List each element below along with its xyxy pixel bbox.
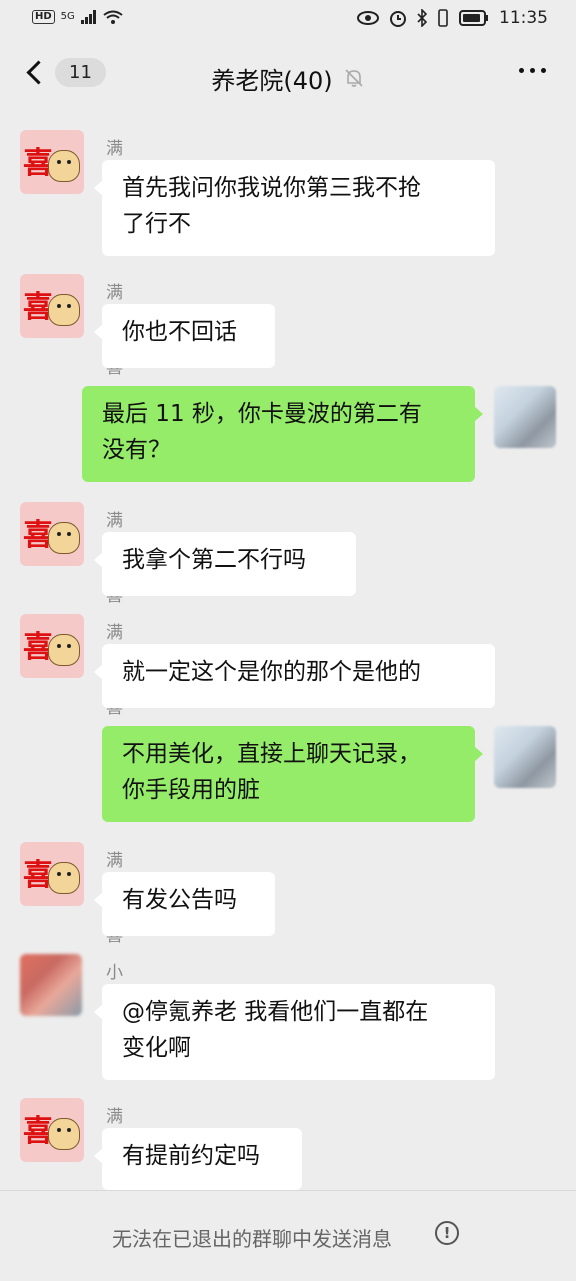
avatar[interactable]: 喜	[20, 842, 84, 906]
wifi-icon	[103, 10, 123, 24]
message-line: 最后 11 秒，你卡曼波的第二有	[102, 401, 422, 427]
message-bubble[interactable]: 不用美化，直接上聊天记录， 你手段用的脏	[102, 726, 483, 822]
message-bubble[interactable]: 首先我问你我说你第三我不抢 了行不	[94, 160, 495, 256]
hd-indicator: HD	[32, 10, 55, 24]
dot-icon	[519, 68, 524, 73]
message-bubble[interactable]: @停氪养老 我看他们一直都在 变化啊	[94, 984, 495, 1080]
muted-bell-icon	[345, 69, 363, 87]
dot-icon	[541, 68, 546, 73]
avatar[interactable]: 喜	[20, 130, 84, 194]
message-line: 你也不回话	[122, 319, 237, 345]
message-line: @停氪养老 我看他们一直都在	[122, 999, 429, 1025]
battery-icon	[459, 10, 488, 26]
message-line: 不用美化，直接上聊天记录，	[122, 741, 421, 767]
message-bubble[interactable]: 有提前约定吗	[94, 1128, 302, 1190]
back-button[interactable]: 11	[22, 58, 106, 87]
signal-bars-icon	[80, 10, 96, 24]
message-line: 变化啊	[122, 1035, 191, 1061]
message-bubble[interactable]: 最后 11 秒，你卡曼波的第二有 没有？	[82, 386, 483, 482]
bluetooth-icon	[417, 9, 427, 27]
message-bubble[interactable]: 你也不回话	[94, 304, 275, 368]
message-line: 你手段用的脏	[122, 777, 260, 803]
avatar[interactable]: 喜	[20, 502, 84, 566]
avatar[interactable]: 喜	[20, 614, 84, 678]
chat-header: 11 养老院(40)	[0, 44, 576, 112]
avatar[interactable]: 喜	[20, 274, 84, 338]
clock: 11:35	[499, 8, 548, 28]
cat-icon	[48, 150, 80, 182]
message-line: 有提前约定吗	[122, 1143, 260, 1169]
message-bubble[interactable]: 有发公告吗	[94, 872, 275, 936]
alarm-icon	[390, 11, 406, 27]
cat-icon	[48, 634, 80, 666]
message-line: 了行不	[122, 211, 191, 237]
message-line: 就一定这个是你的那个是他的	[122, 659, 421, 685]
cat-icon	[48, 862, 80, 894]
avatar[interactable]	[20, 954, 82, 1016]
message-bubble[interactable]: 就一定这个是你的那个是他的	[94, 644, 495, 708]
message-line: 有发公告吗	[122, 887, 237, 913]
cat-icon	[48, 294, 80, 326]
cat-icon	[48, 1118, 80, 1150]
info-icon[interactable]: !	[435, 1221, 459, 1245]
dot-icon	[530, 68, 535, 73]
chat-title: 养老院(40)	[211, 66, 333, 95]
message-line: 没有？	[102, 437, 171, 463]
chevron-left-icon	[26, 60, 51, 85]
eye-icon	[357, 11, 379, 25]
self-avatar[interactable]	[494, 726, 556, 788]
vibrate-icon	[438, 9, 448, 27]
message-line: 我拿个第二不行吗	[122, 547, 306, 573]
message-bubble[interactable]: 我拿个第二不行吗	[94, 532, 356, 596]
disabled-notice: 无法在已退出的群聊中发送消息	[112, 1227, 392, 1251]
avatar[interactable]: 喜	[20, 1098, 84, 1162]
unread-count-badge: 11	[55, 58, 106, 87]
self-avatar[interactable]	[494, 386, 556, 448]
status-bar: HD 5G 11:35	[0, 0, 576, 40]
cat-icon	[48, 522, 80, 554]
signal-indicator: 5G	[60, 11, 75, 22]
message-line: 首先我问你我说你第三我不抢	[122, 175, 421, 201]
input-disabled-bar: 无法在已退出的群聊中发送消息 !	[0, 1190, 576, 1281]
more-options-button[interactable]	[519, 68, 546, 73]
